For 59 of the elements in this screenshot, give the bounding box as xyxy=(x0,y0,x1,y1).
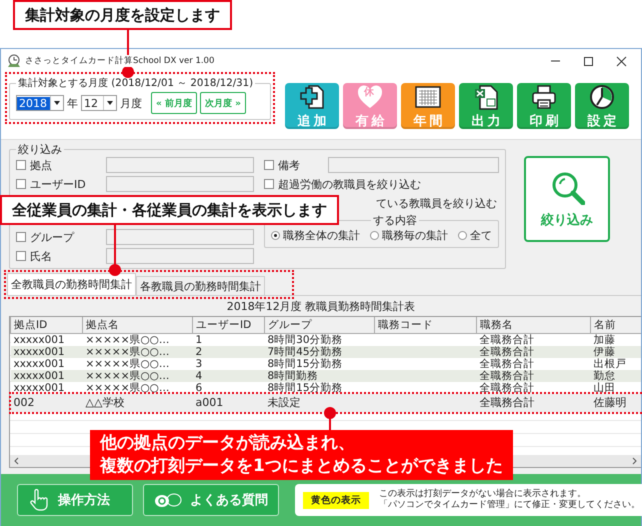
table-cell: 8時間15分勤務 xyxy=(268,382,343,394)
group-title: する内容 xyxy=(372,213,418,228)
option-label: 超過労働の教職員を絞り込む xyxy=(278,176,421,192)
callout-tooltip: 他の拠点のデータが読み込まれ、 複数の打刻データを1つにまとめることができました xyxy=(90,430,513,480)
table-cell: 全職務合計 xyxy=(480,334,534,346)
filter-label: ユーザーID xyxy=(30,176,87,192)
window-title: ささっとタイムカード計算School DX ver 1.00 xyxy=(25,55,214,67)
table-cell: 全職務合計 xyxy=(480,382,534,394)
radio-label: 職務毎の集計 xyxy=(382,228,448,243)
option-label: ている教職員を絞り込む xyxy=(376,196,497,210)
table-cell: ×××××県○○… xyxy=(86,382,170,394)
group-title: 集計対象とする月度 (2018/12/01 ～ 2018/12/31) xyxy=(17,76,254,90)
table-cell: xxxxx001 xyxy=(14,370,65,382)
table-cell: 4 xyxy=(196,370,202,382)
table-caption: 2018年12月度 教職員勤務時間集計表 xyxy=(226,299,416,315)
table-cell: xxxxx001 xyxy=(14,382,65,394)
table-cell: ×××××県○○… xyxy=(86,358,170,370)
table-cell: ×××××県○○… xyxy=(86,334,170,346)
filter-label: グループ xyxy=(30,230,76,244)
table-cell: 6 xyxy=(196,382,202,394)
legend-label: 黄色の表示 xyxy=(303,492,369,508)
filter-label: 備考 xyxy=(278,158,301,172)
table-cell: ×××××県○○… xyxy=(86,346,170,358)
table-cell: 全職務合計 xyxy=(480,370,534,382)
table-cell: 全職務合計 xyxy=(480,396,534,409)
radio-label: 職務全体の集計 xyxy=(283,228,360,243)
radio-label: 全て xyxy=(470,228,492,243)
table-cell: 勤怠 xyxy=(594,370,616,382)
table-cell: a001 xyxy=(196,396,224,409)
table-cell: xxxxx001 xyxy=(14,346,65,358)
table-cell: 2 xyxy=(196,346,202,358)
legend-note: 「パソコンでタイムカード管理」にて修正・変更してください。 xyxy=(379,500,640,511)
table-cell: 未設定 xyxy=(268,396,300,409)
month-label: 月度 xyxy=(120,96,142,110)
table-cell: 出根戸 xyxy=(594,358,626,370)
year-label: 年 xyxy=(67,96,78,110)
table-cell: xxxxx001 xyxy=(14,334,65,346)
table-cell: ×××××県○○… xyxy=(86,370,170,382)
filter-label: 氏名 xyxy=(30,248,53,264)
table-cell: 佐藤明 xyxy=(594,396,626,409)
table-cell: 7時間45分勤務 xyxy=(268,346,343,358)
filter-label: 拠点 xyxy=(30,158,53,172)
table-cell: 伊藤 xyxy=(594,346,616,358)
table-cell: 1 xyxy=(196,334,202,346)
callout-tooltip: 集計対象の月度を設定します xyxy=(13,0,232,30)
callout-tooltip: 全従業員の集計・各従業員の集計を表示します xyxy=(0,195,339,225)
table-cell: 3 xyxy=(196,358,202,370)
table-cell: 8時間勤務 xyxy=(268,370,318,382)
table-cell: 8時間15分勤務 xyxy=(268,358,343,370)
table-cell: 加藤 xyxy=(594,334,616,346)
table-cell: 全職務合計 xyxy=(480,346,534,358)
table-cell: 8時間30分勤務 xyxy=(268,334,343,346)
legend-note: この表示は打刻データがない場合に表示されます。 xyxy=(379,489,587,500)
table-cell: xxxxx001 xyxy=(14,358,65,370)
group-title: 絞り込み xyxy=(17,142,63,157)
table-cell: 002 xyxy=(14,396,34,409)
table-cell: △△学校 xyxy=(86,396,124,409)
table-cell: 山田 xyxy=(594,382,616,394)
table-cell: 全職務合計 xyxy=(480,358,534,370)
